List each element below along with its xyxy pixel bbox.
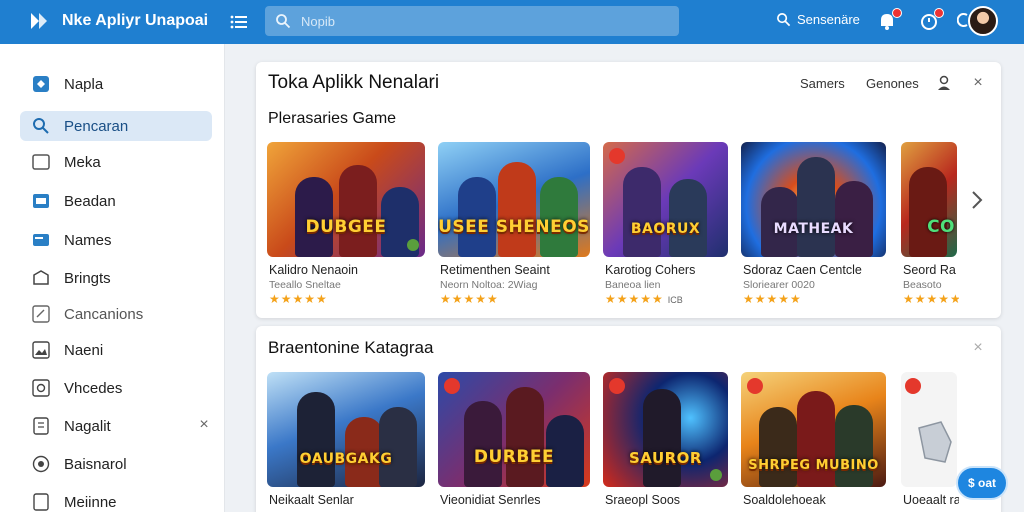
sidebar-item-vhcedes[interactable]: Vhcedes xyxy=(20,373,212,403)
app-thumbnail: SHRPEG MUBINO xyxy=(741,372,886,487)
sidebar-item-label: Vhcedes xyxy=(64,379,123,397)
top-bar: Nke Apliyr Unapoai Sensenäre xyxy=(0,0,1024,44)
sidebar-item-label: Naeni xyxy=(64,341,104,359)
notification-icon[interactable] xyxy=(876,8,902,34)
logo-icon[interactable] xyxy=(28,9,52,33)
menu-icon[interactable] xyxy=(228,11,250,33)
top-search-label: Sensenäre xyxy=(797,12,860,27)
search-bar[interactable] xyxy=(265,6,679,36)
tab-samers[interactable]: Samers xyxy=(800,76,845,91)
panel-title: Toka Aplikk Nenalari xyxy=(268,72,440,93)
category-panel: Braentonine Katagraa × OAUBGAKG Neikaalt… xyxy=(256,326,1001,512)
app-name: Sdoraz Caen Centcle xyxy=(743,263,862,277)
clock-icon xyxy=(32,455,50,473)
sidebar-item-label: Napla xyxy=(64,75,104,93)
sidebar-item-label: Nagalit xyxy=(64,417,111,435)
app-meta: Baneoa lien xyxy=(605,279,661,291)
panel-title: Braentonine Katagraa xyxy=(268,338,434,357)
rating-stars: ★★★★★ xyxy=(903,292,959,306)
search-input[interactable] xyxy=(301,10,661,32)
sidebar-item-label: Names xyxy=(64,231,112,249)
sidebar-item-beadan[interactable]: Beadan xyxy=(20,186,212,216)
sidebar-item-label: Meka xyxy=(64,153,101,171)
rating-stars: ★★★★★ xyxy=(440,292,499,306)
tab-genones[interactable]: Genones xyxy=(866,76,919,91)
app-thumbnail: CO xyxy=(901,142,957,257)
sidebar-item-bringts[interactable]: Bringts xyxy=(20,263,212,293)
search-icon xyxy=(276,14,291,29)
sidebar-item-cancanions[interactable]: Cancanions xyxy=(20,299,212,329)
app-name: Kalidro Nenaoin xyxy=(269,263,358,277)
image-icon xyxy=(33,194,49,208)
app-thumbnail: DURBEE xyxy=(438,372,590,487)
sidebar-item-label: Baisnarol xyxy=(64,455,127,473)
chevron-right-icon[interactable] xyxy=(968,188,986,212)
app-meta: Neorn Noltoa: 2Wiag xyxy=(440,279,538,291)
close-icon[interactable]: × xyxy=(970,340,986,356)
user-icon[interactable] xyxy=(936,75,952,91)
sidebar-item-label: Pencaran xyxy=(64,117,129,135)
apps-panel: Toka Aplikk Nenalari Samers Genones × Pl… xyxy=(256,62,1001,318)
app-meta: Teeallo Sneltae xyxy=(269,279,341,291)
sidebar-item-pencaran[interactable]: Pencaran xyxy=(20,111,212,141)
rating-stars: ★★★★★ xyxy=(269,292,328,306)
rating-stars: ★★★★★ ICB xyxy=(605,292,683,306)
close-icon[interactable]: × xyxy=(970,75,986,91)
file-icon xyxy=(33,493,49,511)
sidebar-item-baisnarol[interactable]: Baisnarol xyxy=(20,449,212,479)
camera-icon xyxy=(32,379,50,397)
app-title: Nke Apliyr Unapoai xyxy=(62,12,209,29)
sidebar-item-nagalit[interactable]: Nagalit × xyxy=(20,411,212,441)
avatar[interactable] xyxy=(968,6,998,36)
tag-icon xyxy=(33,76,49,92)
app-name: Retimenthen Seaint xyxy=(440,263,550,277)
rating-stars: ★★★★★ xyxy=(743,292,802,306)
sidebar-item-label: Cancanions xyxy=(64,305,144,323)
alarm-icon[interactable] xyxy=(918,8,944,34)
sidebar-item-label: Beadan xyxy=(64,192,116,210)
app-name: Neikaalt Senlar xyxy=(269,493,354,507)
controller-icon xyxy=(918,421,952,463)
app-thumbnail: MATHEAK xyxy=(741,142,886,257)
app-thumbnail: USEE SHENEOS xyxy=(438,142,590,257)
app-thumbnail xyxy=(901,372,957,487)
gallery-icon xyxy=(32,341,50,359)
app-thumbnail: OAUBGAKG xyxy=(267,372,425,487)
app-thumbnail: DUBGEE xyxy=(267,142,425,257)
sidebar-item-label: Bringts xyxy=(64,269,111,287)
app-thumbnail: BAORUX xyxy=(603,142,728,257)
card-icon xyxy=(33,234,49,246)
app-name: Vieonidiat Senrles xyxy=(440,493,541,507)
app-name: Uoeaalt ral xyxy=(903,493,959,507)
app-meta: Beasoto xyxy=(903,279,942,291)
box-icon xyxy=(33,270,49,285)
sidebar-item-naeni[interactable]: Naeni xyxy=(20,335,212,365)
search-icon xyxy=(33,118,49,134)
sidebar-item-meka[interactable]: Meka xyxy=(20,147,212,177)
section-title: Plerasaries Game xyxy=(268,110,397,127)
floating-action-button[interactable]: $ oat xyxy=(956,466,1008,500)
app-meta: Sloriearer 0020 xyxy=(743,279,815,291)
app-thumbnail: SAUROR xyxy=(603,372,728,487)
edit-icon xyxy=(32,305,50,323)
sidebar-item-napla[interactable]: Napla xyxy=(20,69,212,99)
top-search-link[interactable]: Sensenäre xyxy=(776,12,860,27)
folder-icon xyxy=(32,154,50,170)
app-name: Soaldolehoeak xyxy=(743,493,826,507)
sidebar-item-meiinne[interactable]: Meiinne xyxy=(20,487,212,512)
search-icon xyxy=(777,13,791,27)
document-icon xyxy=(33,417,49,435)
app-name: Seord Ra xyxy=(903,263,956,277)
sidebar-item-label: Meiinne xyxy=(64,493,117,511)
close-icon[interactable]: × xyxy=(196,417,212,433)
sidebar-item-names[interactable]: Names xyxy=(20,225,212,255)
sidebar: Napla Pencaran Meka Beadan Names Bringts… xyxy=(0,44,225,512)
